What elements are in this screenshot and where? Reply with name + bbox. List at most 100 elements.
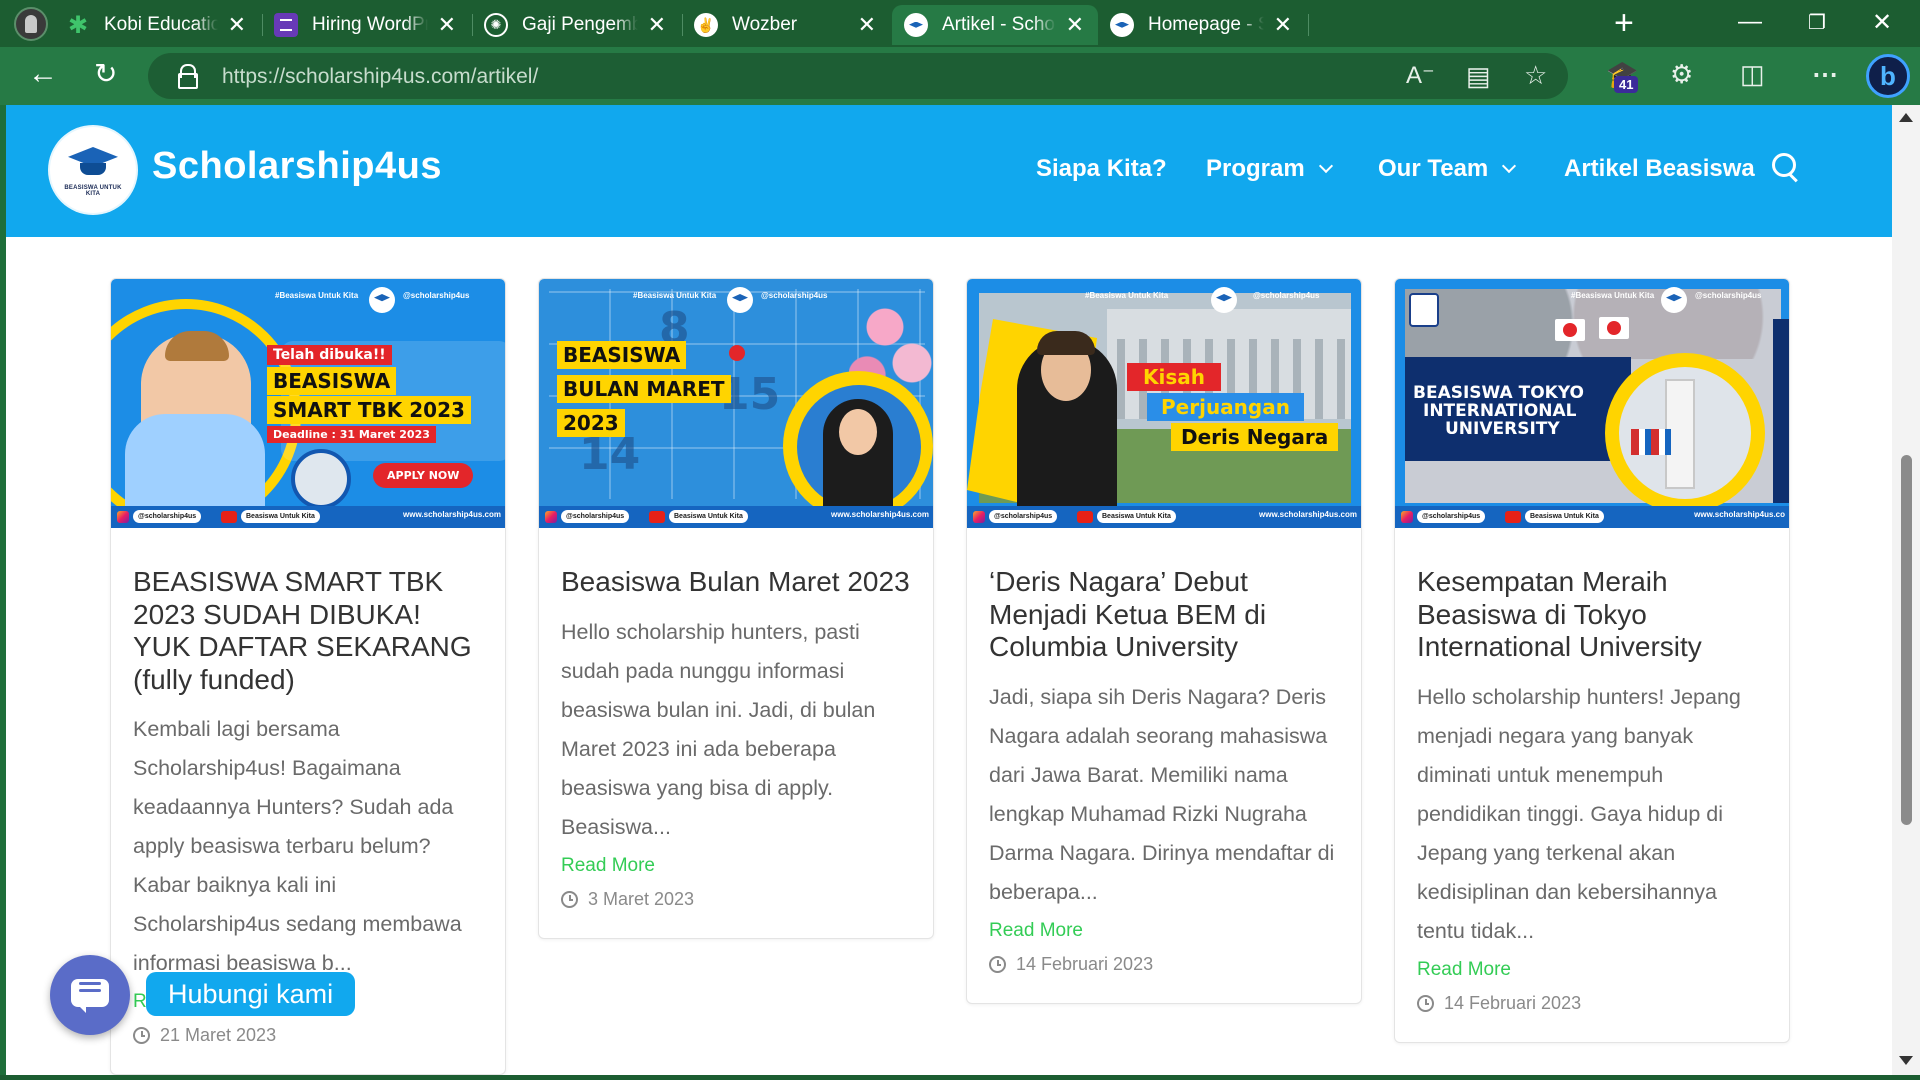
read-aloud-icon[interactable]: A⁻ (1406, 62, 1435, 90)
search-icon[interactable] (1772, 153, 1802, 183)
extensions-icon[interactable]: ⚙ (1670, 60, 1693, 88)
read-more-link[interactable]: Read More (561, 855, 911, 877)
article-title[interactable]: ‘Deris Nagara’ Debut Menjadi Ketua BEM d… (989, 566, 1339, 664)
youtube-icon (1505, 511, 1521, 523)
scrollbar-thumb[interactable] (1901, 455, 1912, 825)
read-more-link[interactable]: Read More (989, 920, 1339, 942)
date-text: 21 Maret 2023 (160, 1025, 277, 1045)
site-logo[interactable]: BEASISWA UNTUK KITA (50, 127, 136, 213)
thumb-hashtag: #Beasiswa Untuk Kita (275, 291, 359, 300)
tab-title: Artikel - Scholarship (942, 14, 1056, 35)
tab-wozber[interactable]: ✌ Wozber ✕ (694, 5, 890, 45)
article-title[interactable]: BEASISWA SMART TBK 2023 SUDAH DIBUKA! YU… (133, 566, 483, 696)
youtube-icon (1077, 511, 1093, 523)
thumb-hashtag: #Beasiswa Untuk Kita (633, 291, 717, 300)
nav-our-team[interactable]: Our Team (1378, 155, 1517, 183)
chat-widget-label[interactable]: Hubungi kami (146, 972, 356, 1016)
read-more-link[interactable]: Read More (1417, 959, 1767, 981)
chat-bubble-icon (71, 979, 109, 1007)
article-excerpt: Hello scholarship hunters, pasti sudah p… (561, 619, 876, 839)
thumb-line: BULAN MARET (557, 375, 731, 403)
tab-title: Kobi Education Care (104, 14, 218, 35)
article-card-smart-tbk: #Beasiswa Untuk Kita @scholarship4us Tel… (110, 278, 506, 1075)
split-screen-icon[interactable]: ◫ (1740, 60, 1765, 88)
site-title[interactable]: Scholarship4us (152, 145, 442, 188)
article-excerpt: Hello scholarship hunters! Jepang menjad… (1417, 684, 1741, 943)
nav-label: Program (1206, 155, 1305, 182)
post-date: 21 Maret 2023 (133, 1025, 483, 1074)
chevron-down-icon (1318, 158, 1333, 174)
favorite-star-icon[interactable]: ☆ (1524, 61, 1547, 89)
article-title[interactable]: Kesempatan Meraih Beasiswa di Tokyo Inte… (1417, 566, 1767, 664)
nav-program[interactable]: Program (1206, 155, 1333, 183)
clock-icon (1417, 994, 1434, 1012)
article-title[interactable]: Beasiswa Bulan Maret 2023 (561, 566, 911, 599)
thumb-social-strip: @scholarship4us Beasiswa Untuk Kita www.… (111, 506, 505, 528)
article-card-bulan-maret: 8 15 14 #Beasiswa Untuk Kita @scholarshi… (538, 278, 934, 939)
post-date: 14 Februari 2023 (989, 954, 1339, 1003)
thumb-line: Perjuangan (1147, 393, 1304, 421)
thumb-handle: @scholarship4us (761, 291, 828, 300)
thumb-handle: @scholarship4us (1253, 291, 1320, 300)
scroll-down-icon[interactable] (1899, 1056, 1913, 1065)
page-scrollbar[interactable] (1892, 105, 1920, 1075)
article-thumbnail[interactable]: #Beasiswa Untuk Kita @scholarship4us Kis… (967, 279, 1361, 528)
thumb-yt: Beasiswa Untuk Kita (1525, 510, 1604, 523)
post-date: 3 Maret 2023 (561, 889, 911, 938)
scholarship4us-icon (1110, 13, 1134, 37)
nav-label: Artikel Beasiswa (1564, 155, 1755, 182)
logo-text: BEASISWA UNTUK KITA (64, 185, 122, 197)
article-card-deris-nagara: #Beasiswa Untuk Kita @scholarship4us Kis… (966, 278, 1362, 1004)
scroll-up-icon[interactable] (1899, 113, 1913, 122)
close-tab-icon[interactable]: ✕ (228, 14, 246, 36)
minimize-icon[interactable]: — (1738, 8, 1762, 36)
close-tab-icon[interactable]: ✕ (1274, 14, 1292, 36)
browser-tab-strip: ✱ Kobi Education Care ✕ Hiring WordPress… (0, 0, 1920, 47)
profile-avatar[interactable] (14, 7, 48, 41)
nav-siapa-kita[interactable]: Siapa Kita? (1036, 155, 1167, 183)
chat-widget-button[interactable] (50, 955, 130, 1035)
close-tab-icon[interactable]: ✕ (1066, 14, 1084, 36)
thumb-ig: @scholarship4us (1417, 510, 1486, 523)
close-tab-icon[interactable]: ✕ (648, 14, 666, 36)
immersive-reader-icon[interactable]: ▤ (1466, 62, 1491, 90)
back-icon[interactable]: ← (28, 59, 58, 89)
article-excerpt: Kembali lagi bersama Scholarship4us! Bag… (133, 717, 462, 975)
tab-homepage[interactable]: Homepage - Schola ✕ (1110, 5, 1306, 45)
clock-icon (133, 1027, 150, 1044)
refresh-icon[interactable]: ↻ (94, 59, 117, 89)
thumb-line: INTERNATIONAL (1423, 401, 1577, 421)
close-tab-icon[interactable]: ✕ (438, 14, 456, 36)
thumb-logo (369, 287, 395, 313)
thumb-line: SMART TBK 2023 (267, 396, 471, 424)
thumb-line: 2023 (557, 409, 625, 437)
article-thumbnail[interactable]: #Beasiswa Untuk Kita @scholarship4us BEA… (1395, 279, 1789, 528)
thumb-line: Telah dibuka!! (267, 345, 392, 365)
tab-kobi[interactable]: ✱ Kobi Education Care ✕ (66, 5, 260, 45)
nav-label: Siapa Kita? (1036, 155, 1167, 182)
thumb-site: www.scholarship4us.com (403, 510, 501, 519)
bing-copilot-icon[interactable]: b (1866, 54, 1910, 98)
restore-icon[interactable]: ❐ (1808, 10, 1826, 35)
close-window-icon[interactable]: ✕ (1872, 8, 1892, 37)
tab-gaji[interactable]: ✺ Gaji Pengembang W ✕ (484, 5, 680, 45)
site-header: BEASISWA UNTUK KITA Scholarship4us Siapa… (6, 105, 1892, 237)
article-excerpt: Jadi, siapa sih Deris Nagara? Deris Naga… (989, 684, 1335, 904)
thumb-line: Deris Negara (1171, 423, 1339, 451)
thumb-logo (727, 287, 753, 313)
thumb-handle: @scholarship4us (403, 291, 470, 300)
nav-artikel-beasiswa[interactable]: Artikel Beasiswa (1564, 155, 1755, 183)
clock-icon (989, 955, 1006, 973)
more-menu-icon[interactable]: ⋯ (1812, 60, 1838, 88)
tab-title: Wozber (732, 14, 798, 35)
article-thumbnail[interactable]: 8 15 14 #Beasiswa Untuk Kita @scholarshi… (539, 279, 933, 528)
new-tab-button[interactable]: + (1614, 6, 1634, 40)
url-field[interactable]: https://scholarship4us.com/artikel/ A⁻ ▤… (148, 53, 1568, 99)
wozber-icon: ✌ (694, 13, 718, 37)
tab-title: Hiring WordPress De (312, 14, 428, 35)
tab-artikel-active[interactable]: Artikel - Scholarship ✕ (892, 5, 1098, 45)
close-tab-icon[interactable]: ✕ (858, 14, 876, 36)
thumb-site: www.scholarship4us.com (1259, 510, 1357, 519)
tab-hiring[interactable]: Hiring WordPress De ✕ (274, 5, 470, 45)
article-thumbnail[interactable]: #Beasiswa Untuk Kita @scholarship4us Tel… (111, 279, 505, 528)
